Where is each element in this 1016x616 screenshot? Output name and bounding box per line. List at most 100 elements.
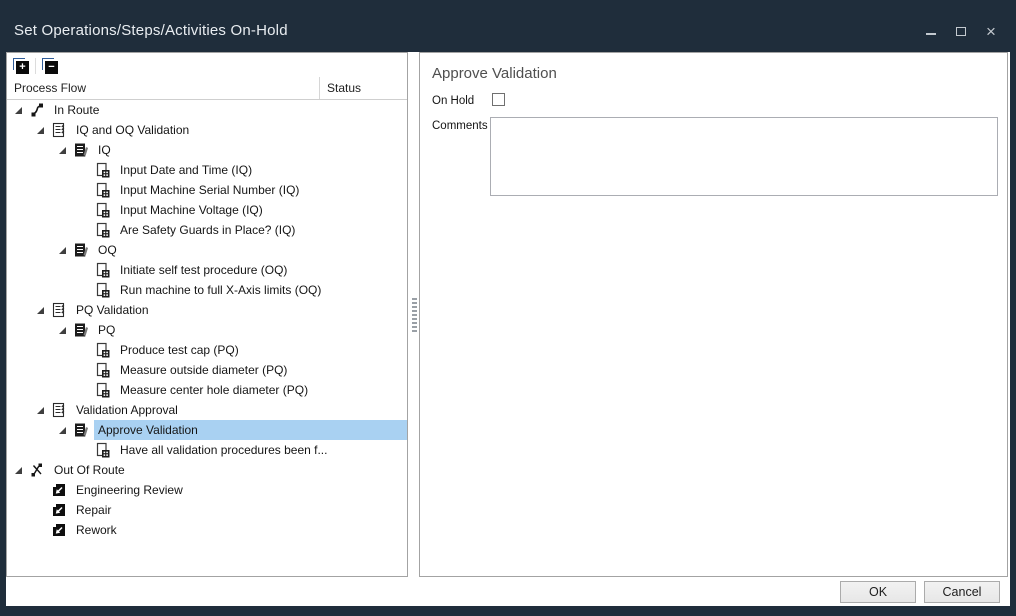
collapse-all-accent <box>42 58 54 59</box>
tree-item[interactable]: Rework <box>7 520 407 540</box>
tree-item-label: In Route <box>50 100 407 120</box>
tree-item[interactable]: Measure outside diameter (PQ) <box>7 360 407 380</box>
tree-item-label: Measure center hole diameter (PQ) <box>116 380 407 400</box>
window-title: Set Operations/Steps/Activities On-Hold <box>14 22 288 39</box>
operation-icon <box>51 122 67 138</box>
activity-icon <box>95 202 111 218</box>
tree-item-label: Validation Approval <box>72 400 407 420</box>
ok-button[interactable]: OK <box>840 581 916 603</box>
minimize-button[interactable] <box>920 20 942 42</box>
step-icon <box>73 422 89 438</box>
expander-icon[interactable] <box>59 147 73 154</box>
close-icon: × <box>986 23 996 40</box>
panel-splitter[interactable] <box>409 298 419 332</box>
expander-icon[interactable] <box>59 327 73 334</box>
route-icon <box>29 102 45 118</box>
detail-heading: Approve Validation <box>432 65 557 82</box>
tree-item-label: Are Safety Guards in Place? (IQ) <box>116 220 407 240</box>
tree-item-label: Input Date and Time (IQ) <box>116 160 407 180</box>
tree-item-label: Input Machine Voltage (IQ) <box>116 200 407 220</box>
tree-item[interactable]: Approve Validation <box>7 420 407 440</box>
activity-icon <box>95 382 111 398</box>
tree-item[interactable]: Repair <box>7 500 407 520</box>
tree-item[interactable]: IQ and OQ Validation <box>7 120 407 140</box>
tree-item[interactable]: PQ Validation <box>7 300 407 320</box>
minimize-icon <box>926 33 936 35</box>
tree-item[interactable]: OQ <box>7 240 407 260</box>
tree-item-label: Approve Validation <box>94 420 407 440</box>
tree-column-headers: Process Flow Status <box>7 77 407 100</box>
close-button[interactable]: × <box>980 20 1002 42</box>
collapse-all-button[interactable]: − <box>42 58 58 74</box>
tree-item[interactable]: PQ <box>7 320 407 340</box>
disposition-icon <box>51 482 67 498</box>
tree-rows: In RouteIQ and OQ ValidationIQInput Date… <box>7 100 407 540</box>
tree-item-label: PQ <box>94 320 407 340</box>
cancel-button[interactable]: Cancel <box>924 581 1000 603</box>
tree-item-label: IQ <box>94 140 407 160</box>
expand-all-icon: + <box>16 61 29 74</box>
detail-panel: Approve Validation On Hold Comments <box>419 52 1008 577</box>
tree-item-label: Run machine to full X-Axis limits (OQ) <box>116 280 407 300</box>
maximize-button[interactable] <box>950 20 972 42</box>
expander-icon[interactable] <box>37 127 51 134</box>
tree-item[interactable]: Run machine to full X-Axis limits (OQ) <box>7 280 407 300</box>
comments-label: Comments <box>432 120 488 132</box>
activity-icon <box>95 282 111 298</box>
disposition-icon <box>51 522 67 538</box>
tree-item-label: Measure outside diameter (PQ) <box>116 360 407 380</box>
tree-item[interactable]: Engineering Review <box>7 480 407 500</box>
tree-item[interactable]: Have all validation procedures been f... <box>7 440 407 460</box>
process-flow-panel: + − Process Flow Status In RouteIQ and O… <box>6 52 408 577</box>
dialog-window: { "window": { "title": "Set Operations/S… <box>0 0 1016 616</box>
route-out-icon <box>29 462 45 478</box>
client-area: + − Process Flow Status In RouteIQ and O… <box>6 52 1010 606</box>
step-icon <box>73 242 89 258</box>
tree-item[interactable]: Validation Approval <box>7 400 407 420</box>
collapse-all-accent2 <box>42 58 43 70</box>
column-header-process-flow[interactable]: Process Flow <box>7 77 320 99</box>
dialog-footer: OK Cancel <box>6 577 1010 606</box>
tree-item[interactable]: In Route <box>7 100 407 120</box>
toolbar-separator <box>35 58 36 74</box>
tree-item-label: Engineering Review <box>72 480 407 500</box>
tree-item[interactable]: Measure center hole diameter (PQ) <box>7 380 407 400</box>
activity-icon <box>95 162 111 178</box>
tree-item[interactable]: IQ <box>7 140 407 160</box>
activity-icon <box>95 262 111 278</box>
expander-icon[interactable] <box>59 247 73 254</box>
expander-icon[interactable] <box>37 407 51 414</box>
expand-all-accent2 <box>13 58 14 70</box>
tree-item-label: Out Of Route <box>50 460 407 480</box>
activity-icon <box>95 182 111 198</box>
expander-icon[interactable] <box>15 467 29 474</box>
activity-icon <box>95 442 111 458</box>
tree-item-label: OQ <box>94 240 407 260</box>
tree-item[interactable]: Input Machine Serial Number (IQ) <box>7 180 407 200</box>
tree-item-label: Have all validation procedures been f... <box>116 440 407 460</box>
tree-item[interactable]: Initiate self test procedure (OQ) <box>7 260 407 280</box>
tree-item[interactable]: Are Safety Guards in Place? (IQ) <box>7 220 407 240</box>
maximize-icon <box>956 27 966 36</box>
activity-icon <box>95 342 111 358</box>
tree-item[interactable]: Input Machine Voltage (IQ) <box>7 200 407 220</box>
expander-icon[interactable] <box>59 427 73 434</box>
tree-item-label: IQ and OQ Validation <box>72 120 407 140</box>
expand-all-accent <box>13 58 25 59</box>
window-controls: × <box>920 20 1002 42</box>
expand-all-button[interactable]: + <box>13 58 29 74</box>
tree-item[interactable]: Input Date and Time (IQ) <box>7 160 407 180</box>
tree-item-label: Repair <box>72 500 407 520</box>
operation-icon <box>51 402 67 418</box>
tree-toolbar: + − <box>7 53 407 77</box>
tree-item-label: Produce test cap (PQ) <box>116 340 407 360</box>
title-bar: Set Operations/Steps/Activities On-Hold … <box>0 0 1016 52</box>
tree-item-label: Rework <box>72 520 407 540</box>
expander-icon[interactable] <box>15 107 29 114</box>
comments-textarea[interactable] <box>490 117 998 196</box>
tree-item[interactable]: Out Of Route <box>7 460 407 480</box>
on-hold-checkbox[interactable] <box>492 93 505 106</box>
expander-icon[interactable] <box>37 307 51 314</box>
tree-item[interactable]: Produce test cap (PQ) <box>7 340 407 360</box>
column-header-status[interactable]: Status <box>320 77 407 99</box>
